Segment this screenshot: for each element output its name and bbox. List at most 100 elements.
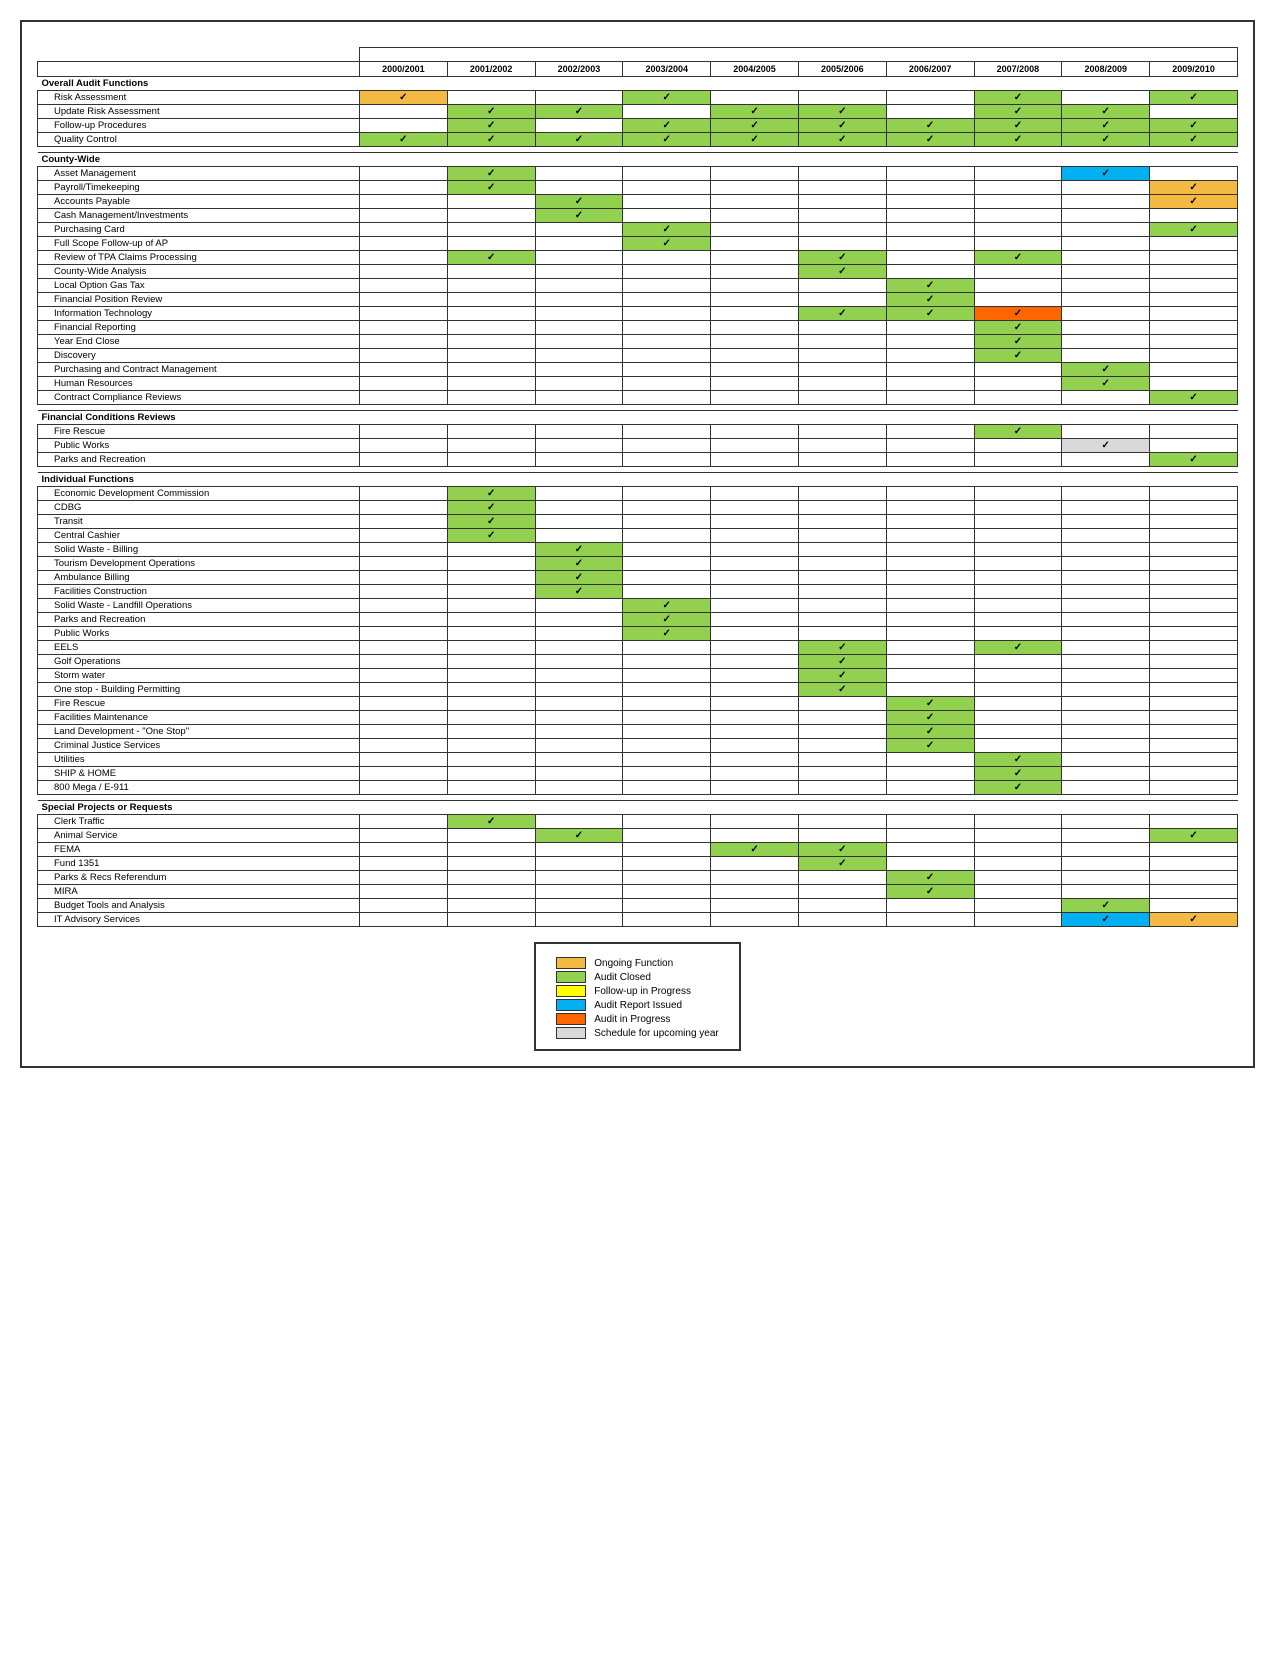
audit-cell <box>623 885 711 899</box>
audit-cell <box>359 515 447 529</box>
audit-cell <box>359 857 447 871</box>
audit-cell <box>359 181 447 195</box>
audit-cell: ✓ <box>886 307 974 321</box>
audit-cell <box>711 529 799 543</box>
audit-cell <box>798 91 886 105</box>
audit-cell <box>535 767 623 781</box>
audit-cell <box>535 613 623 627</box>
audit-cell: ✓ <box>798 683 886 697</box>
audit-cell <box>359 377 447 391</box>
audit-cell <box>974 363 1062 377</box>
audit-cell <box>535 857 623 871</box>
audit-cell <box>623 335 711 349</box>
audit-cell <box>1062 815 1150 829</box>
year-header: 2003/2004 <box>623 62 711 77</box>
audit-cell <box>1150 725 1238 739</box>
checkmark-icon: ✓ <box>487 502 495 513</box>
audit-cell <box>798 899 886 913</box>
audit-cell: ✓ <box>1062 119 1150 133</box>
row-label: Golf Operations <box>38 655 360 669</box>
legend-color-box <box>556 1027 586 1039</box>
audit-cell <box>447 377 535 391</box>
audit-cell <box>535 899 623 913</box>
audit-cell <box>711 515 799 529</box>
table-row: 800 Mega / E-911✓ <box>38 781 1238 795</box>
audit-cell <box>623 829 711 843</box>
audit-cell <box>623 899 711 913</box>
audit-cell <box>1062 669 1150 683</box>
audit-cell <box>1062 641 1150 655</box>
table-row: Financial Conditions Reviews <box>38 411 1238 425</box>
table-row: Fire Rescue✓ <box>38 425 1238 439</box>
audit-cell <box>535 363 623 377</box>
audit-cell <box>886 655 974 669</box>
checkmark-icon: ✓ <box>1189 196 1197 207</box>
audit-cell <box>711 655 799 669</box>
table-row: Ambulance Billing✓ <box>38 571 1238 585</box>
section-header: Financial Conditions Reviews <box>38 411 1238 425</box>
audit-cell <box>886 557 974 571</box>
checkmark-icon: ✓ <box>575 572 583 583</box>
audit-cell <box>711 767 799 781</box>
audit-cell <box>974 209 1062 223</box>
audit-cell <box>447 725 535 739</box>
checkmark-icon: ✓ <box>1189 830 1197 841</box>
checkmark-icon: ✓ <box>1102 364 1110 375</box>
audit-cell <box>886 453 974 467</box>
audit-cell <box>623 739 711 753</box>
table-row: Year End Close✓ <box>38 335 1238 349</box>
audit-cell <box>798 697 886 711</box>
table-row: Financial Position Review✓ <box>38 293 1238 307</box>
audit-cell <box>623 669 711 683</box>
audit-cell <box>974 885 1062 899</box>
audit-cell <box>798 515 886 529</box>
audit-cell <box>359 585 447 599</box>
audit-cell <box>1150 237 1238 251</box>
audit-cell <box>447 711 535 725</box>
row-label: Cash Management/Investments <box>38 209 360 223</box>
audit-cell: ✓ <box>886 119 974 133</box>
row-label: Utilities <box>38 753 360 767</box>
audit-cell <box>623 391 711 405</box>
audit-cell: ✓ <box>886 711 974 725</box>
table-row: Follow-up Procedures✓✓✓✓✓✓✓✓ <box>38 119 1238 133</box>
row-label: Contract Compliance Reviews <box>38 391 360 405</box>
audit-cell <box>798 209 886 223</box>
audit-cell <box>623 293 711 307</box>
audit-cell <box>974 913 1062 927</box>
audit-cell <box>359 453 447 467</box>
audit-cell <box>623 105 711 119</box>
audit-cell <box>1062 571 1150 585</box>
audit-cell <box>623 515 711 529</box>
audit-cell: ✓ <box>535 133 623 147</box>
audit-cell: ✓ <box>1150 223 1238 237</box>
audit-cell <box>1150 697 1238 711</box>
table-row: Contract Compliance Reviews✓ <box>38 391 1238 405</box>
audit-cell <box>623 585 711 599</box>
audit-cell <box>535 885 623 899</box>
audit-cell <box>359 501 447 515</box>
audit-cell <box>535 815 623 829</box>
audit-cell: ✓ <box>974 349 1062 363</box>
audit-cell <box>711 487 799 501</box>
audit-cell <box>359 753 447 767</box>
audit-cell <box>535 237 623 251</box>
audit-cell <box>1062 557 1150 571</box>
audit-cell <box>711 307 799 321</box>
audit-cell <box>447 829 535 843</box>
audit-cell: ✓ <box>886 697 974 711</box>
audit-cell <box>711 223 799 237</box>
checkmark-icon: ✓ <box>926 308 934 319</box>
audit-cell <box>1062 487 1150 501</box>
table-row: Animal Service✓✓ <box>38 829 1238 843</box>
audit-cell <box>711 913 799 927</box>
audit-cell <box>359 711 447 725</box>
audit-cell: ✓ <box>974 105 1062 119</box>
row-label: Information Technology <box>38 307 360 321</box>
audit-cell <box>1062 613 1150 627</box>
checkmark-icon: ✓ <box>1014 336 1022 347</box>
audit-cell: ✓ <box>798 133 886 147</box>
audit-cell <box>711 899 799 913</box>
section-header: Special Projects or Requests <box>38 801 1238 815</box>
audit-cell: ✓ <box>1150 181 1238 195</box>
